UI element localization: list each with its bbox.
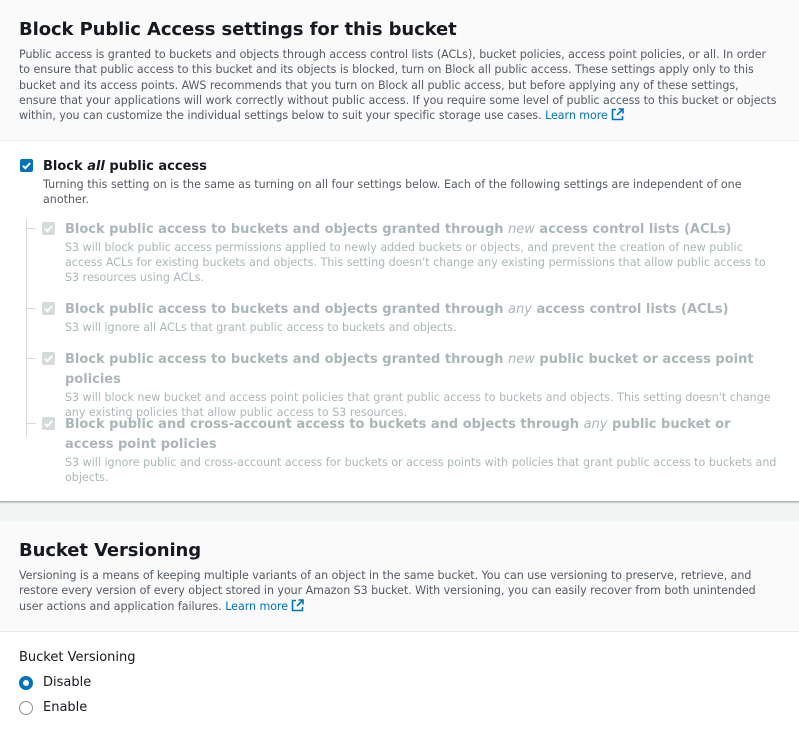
tree-branch (26, 423, 36, 424)
disable-radio-label: Disable (43, 675, 92, 690)
tree-branch (26, 308, 36, 309)
bpa-option-description: S3 will ignore public and cross-account … (65, 456, 777, 484)
block-all-public-access-description: Turning this setting on is the same as t… (43, 178, 742, 206)
checkmark-icon (44, 355, 53, 363)
bpa-body: Block all public access Turning this set… (0, 141, 799, 485)
versioning-option-disable[interactable]: Disable (19, 674, 780, 691)
bpa-option-description: S3 will ignore all ACLs that grant publi… (65, 321, 457, 334)
bpa-option-any-policies[interactable]: Block public and cross-account access to… (26, 415, 779, 485)
bpa-option-new-policies[interactable]: Block public access to buckets and objec… (26, 350, 779, 419)
bpa-option-new-acls-checkbox[interactable] (42, 222, 55, 235)
versioning-learn-more-label: Learn more (225, 599, 289, 613)
option-label-emphasis: new (508, 222, 535, 237)
option-label-pre: Block public access to buckets and objec… (65, 352, 509, 367)
bpa-learn-more-link[interactable]: Learn more (545, 108, 624, 123)
master-label-pre: Block (43, 159, 88, 174)
versioning-title: Bucket Versioning (19, 540, 202, 561)
option-label-pre: Block public access to buckets and objec… (65, 302, 509, 317)
bpa-option-any-acls[interactable]: Block public access to buckets and objec… (26, 300, 779, 350)
tree-branch (26, 228, 36, 229)
bpa-title: Block Public Access settings for this bu… (19, 19, 457, 40)
bpa-option-label: Block public and cross-account access to… (65, 415, 779, 455)
block-public-access-panel: Block Public Access settings for this bu… (0, 0, 799, 502)
external-link-icon (611, 108, 624, 121)
versioning-description-text: Versioning is a means of keeping multipl… (19, 569, 756, 613)
versioning-body: Bucket Versioning Disable Enable (0, 632, 799, 716)
option-label-emphasis: new (508, 352, 535, 367)
block-all-public-access-row[interactable]: Block all public access Turning this set… (20, 158, 779, 207)
block-all-public-access-label: Block all public access (43, 158, 779, 175)
bpa-option-any-policies-checkbox[interactable] (42, 417, 55, 430)
bpa-option-text: Block public access to buckets and objec… (65, 300, 779, 335)
bpa-option-description: S3 will block public access permissions … (65, 241, 766, 284)
option-label-pre: Block public and cross-account access to… (65, 417, 584, 432)
enable-radio[interactable] (19, 700, 33, 715)
option-label-emphasis: any (508, 302, 532, 317)
bpa-option-text: Block public and cross-account access to… (65, 415, 779, 485)
versioning-option-enable[interactable]: Enable (19, 699, 780, 716)
versioning-learn-more-link[interactable]: Learn more (225, 598, 304, 613)
checkmark-icon (44, 305, 53, 313)
disable-radio[interactable] (19, 675, 33, 690)
bucket-versioning-panel: Bucket Versioning Versioning is a means … (0, 521, 799, 737)
bpa-option-text: Block public access to buckets and objec… (65, 220, 779, 285)
tree-branch (26, 358, 36, 359)
master-label-emphasis: all (87, 159, 105, 174)
checkmark-icon (44, 225, 53, 233)
versioning-description: Versioning is a means of keeping multipl… (19, 568, 779, 614)
bpa-option-new-policies-checkbox[interactable] (42, 352, 55, 365)
option-label-pre: Block public access to buckets and objec… (65, 222, 509, 237)
block-all-public-access-text: Block all public access Turning this set… (43, 158, 779, 207)
bpa-option-label: Block public access to buckets and objec… (65, 350, 779, 390)
bpa-description: Public access is granted to buckets and … (19, 47, 779, 123)
bpa-option-label: Block public access to buckets and objec… (65, 300, 779, 320)
bpa-option-new-acls[interactable]: Block public access to buckets and objec… (26, 220, 779, 300)
bpa-option-any-acls-checkbox[interactable] (42, 302, 55, 315)
enable-radio-label: Enable (43, 700, 88, 715)
bpa-option-text: Block public access to buckets and objec… (65, 350, 779, 420)
option-label-post: access control lists (ACLs) (534, 222, 732, 237)
checkmark-icon (22, 162, 31, 170)
versioning-header: Bucket Versioning Versioning is a means … (0, 521, 799, 632)
external-link-icon (291, 598, 304, 611)
checkmark-icon (44, 420, 53, 428)
bpa-learn-more-label: Learn more (545, 109, 608, 123)
bpa-option-label: Block public access to buckets and objec… (65, 220, 779, 240)
bpa-sub-options: Block public access to buckets and objec… (26, 219, 779, 485)
bpa-description-text: Public access is granted to buckets and … (19, 48, 777, 123)
option-label-emphasis: any (583, 417, 608, 432)
block-all-public-access-checkbox[interactable] (20, 159, 33, 172)
master-label-post: public access (104, 159, 207, 174)
option-label-post: access control lists (ACLs) (531, 302, 729, 317)
versioning-field-label: Bucket Versioning (19, 650, 136, 665)
bpa-header: Block Public Access settings for this bu… (0, 0, 799, 141)
